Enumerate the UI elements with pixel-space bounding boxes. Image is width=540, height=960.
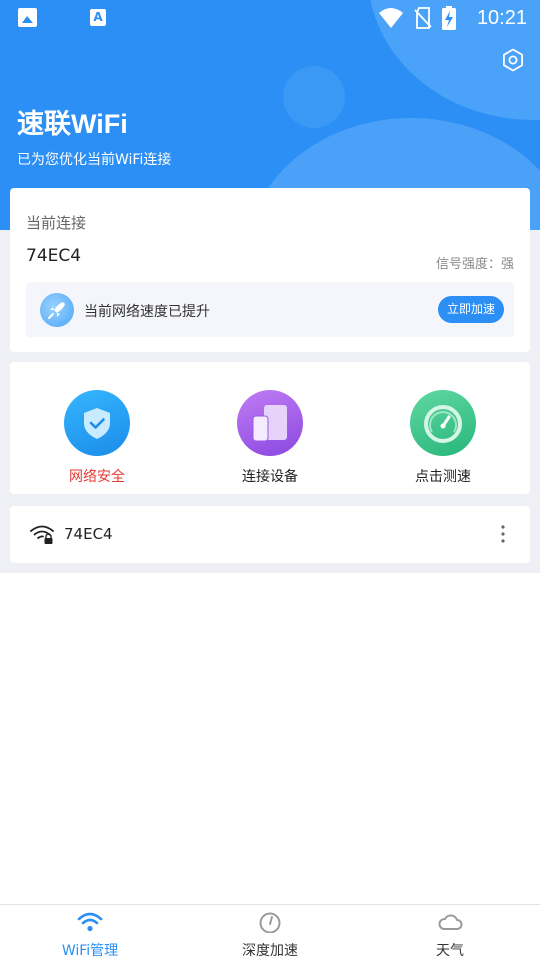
current-connection-label: 当前连接 — [26, 214, 87, 232]
image-icon — [18, 8, 37, 27]
shield-icon — [64, 390, 130, 456]
more-vertical-icon[interactable] — [500, 524, 506, 544]
wifi-lock-icon — [30, 525, 54, 544]
boost-row: 当前网络速度已提升 立即加速 — [26, 282, 514, 337]
nav-wifi-management[interactable]: WiFi管理 — [30, 911, 150, 960]
page-subtitle: 已为您优化当前WiFi连接 — [17, 152, 172, 168]
a-letter-icon: A — [90, 9, 106, 26]
settings-icon[interactable] — [501, 48, 525, 72]
network-security-tool[interactable]: 网络安全 — [42, 390, 152, 486]
nav-label: 深度加速 — [242, 943, 298, 959]
header-decoration — [283, 66, 345, 128]
speed-test-tool[interactable]: 点击测速 — [388, 390, 498, 486]
cloud-icon — [438, 914, 463, 930]
tool-label: 网络安全 — [69, 469, 125, 485]
page-title: 速联WiFi — [17, 109, 128, 139]
current-connection-card: 当前连接 74EC4 信号强度：强 当前网络速度已提升 立即加速 — [10, 188, 530, 352]
speedometer-icon — [410, 390, 476, 456]
status-bar: A 10:21 — [0, 0, 540, 36]
boost-now-button[interactable]: 立即加速 — [438, 296, 504, 323]
current-ssid: 74EC4 — [26, 246, 82, 266]
signal-strength: 信号强度：强 — [435, 257, 514, 272]
tool-label: 点击测速 — [415, 469, 471, 485]
no-sim-icon — [414, 7, 432, 29]
status-icons — [378, 6, 456, 30]
wifi-signal-icon — [379, 8, 403, 28]
bottom-nav: WiFi管理 深度加速 天气 — [0, 904, 540, 960]
nav-weather[interactable]: 天气 — [390, 911, 510, 960]
connected-devices-tool[interactable]: 连接设备 — [215, 390, 325, 486]
battery-charging-icon — [442, 6, 456, 30]
devices-icon — [237, 390, 303, 456]
network-list-item[interactable]: 74EC4 — [10, 506, 530, 563]
tools-card: 网络安全 连接设备 点击测速 — [10, 362, 530, 494]
nav-deep-boost[interactable]: 深度加速 — [210, 911, 330, 960]
gauge-icon — [259, 912, 281, 934]
rocket-icon — [40, 293, 74, 327]
tool-label: 连接设备 — [242, 469, 298, 485]
nav-label: 天气 — [436, 943, 464, 959]
wifi-icon — [77, 912, 103, 932]
boost-message: 当前网络速度已提升 — [84, 304, 210, 320]
network-ssid: 74EC4 — [64, 525, 113, 543]
nav-label: WiFi管理 — [61, 943, 119, 959]
clock: 10:21 — [476, 7, 527, 29]
